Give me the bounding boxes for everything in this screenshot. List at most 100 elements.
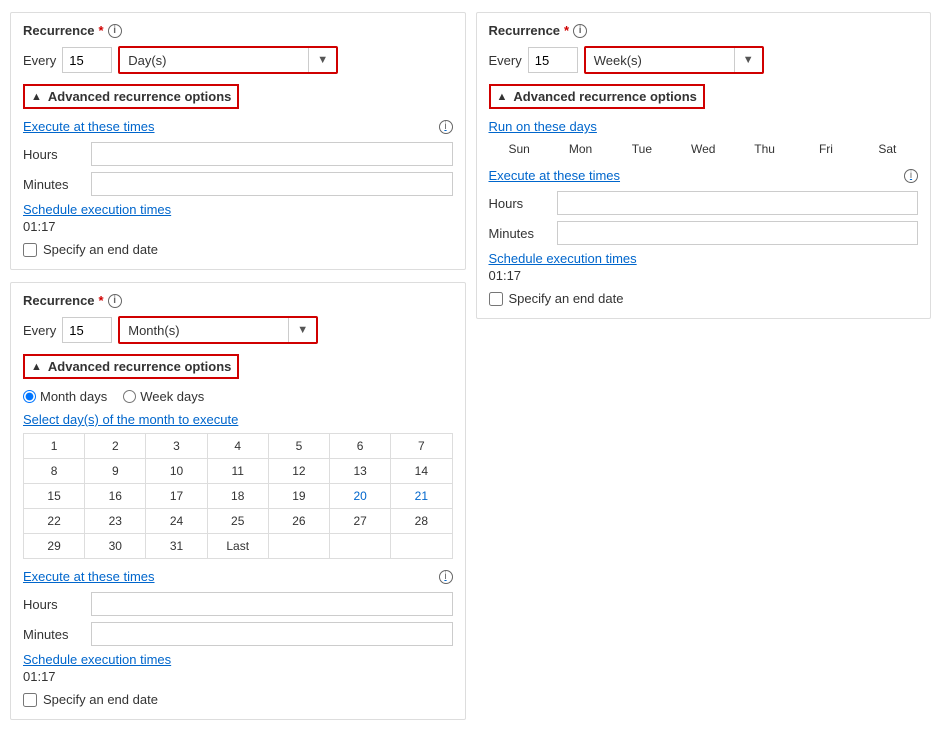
select-days-link[interactable]: Select day(s) of the month to execute [23, 412, 453, 427]
month-recurrence-header: Recurrence * i [23, 293, 453, 308]
calendar-day[interactable]: 9 [85, 459, 146, 484]
calendar-day[interactable]: 10 [146, 459, 207, 484]
day-every-input[interactable] [62, 47, 112, 73]
week-execute-info-icon[interactable]: i [904, 169, 918, 183]
week-hours-input[interactable] [557, 191, 919, 215]
week-arrow-icon: ▲ [497, 91, 508, 103]
week-days-label: Week days [140, 389, 204, 404]
calendar-day[interactable]: 30 [85, 534, 146, 559]
month-end-date-label: Specify an end date [43, 692, 158, 707]
calendar-day[interactable]: 16 [85, 484, 146, 509]
month-unit-select[interactable]: Month(s) ▼ [118, 316, 318, 344]
day-of-week-cell[interactable]: Fri [795, 138, 856, 160]
day-of-week-cell[interactable]: Wed [673, 138, 734, 160]
calendar-day[interactable]: 25 [207, 509, 268, 534]
calendar-day[interactable]: 20 [330, 484, 391, 509]
calendar-day[interactable]: 7 [391, 434, 452, 459]
week-days-radio[interactable] [123, 390, 136, 403]
day-hours-input[interactable] [91, 142, 453, 166]
calendar-day[interactable] [391, 534, 452, 559]
week-schedule-link[interactable]: Schedule execution times [489, 251, 919, 266]
month-recurrence-label: Recurrence [23, 293, 95, 308]
calendar-day[interactable]: 1 [24, 434, 85, 459]
calendar-day[interactable]: 22 [24, 509, 85, 534]
calendar-day[interactable]: 5 [268, 434, 329, 459]
calendar-day[interactable]: 14 [391, 459, 452, 484]
calendar-day[interactable]: 23 [85, 509, 146, 534]
month-execute-info-icon[interactable]: i [439, 570, 453, 584]
month-minutes-input[interactable] [91, 622, 453, 646]
calendar-day[interactable]: Last [207, 534, 268, 559]
day-schedule-time: 01:17 [23, 219, 453, 234]
month-advanced-label: Advanced recurrence options [48, 359, 232, 374]
calendar-day[interactable]: 19 [268, 484, 329, 509]
month-unit-arrow[interactable]: ▼ [288, 318, 316, 342]
day-end-date-row: Specify an end date [23, 242, 453, 257]
month-advanced-toggle[interactable]: ▲ Advanced recurrence options [23, 354, 239, 379]
calendar-day[interactable]: 26 [268, 509, 329, 534]
calendar-day[interactable]: 27 [330, 509, 391, 534]
day-of-week-cell[interactable]: Sun [489, 138, 550, 160]
day-end-date-checkbox[interactable] [23, 243, 37, 257]
day-execute-info-icon[interactable]: i [439, 120, 453, 134]
calendar-day[interactable]: 15 [24, 484, 85, 509]
month-days-radio-option[interactable]: Month days [23, 389, 107, 404]
month-every-input[interactable] [62, 317, 112, 343]
day-of-week-cell[interactable]: Tue [611, 138, 672, 160]
week-every-input[interactable] [528, 47, 578, 73]
week-advanced-toggle[interactable]: ▲ Advanced recurrence options [489, 84, 705, 109]
day-of-week-cell[interactable]: Sat [857, 138, 918, 160]
calendar-day[interactable]: 29 [24, 534, 85, 559]
calendar-day[interactable]: 17 [146, 484, 207, 509]
month-days-radio[interactable] [23, 390, 36, 403]
calendar-day[interactable]: 24 [146, 509, 207, 534]
calendar-day[interactable]: 21 [391, 484, 452, 509]
calendar-day[interactable]: 18 [207, 484, 268, 509]
week-end-date-checkbox[interactable] [489, 292, 503, 306]
month-hours-label: Hours [23, 597, 83, 612]
week-unit-arrow[interactable]: ▼ [734, 48, 762, 72]
calendar-day[interactable]: 6 [330, 434, 391, 459]
day-of-week-cell[interactable]: Mon [550, 138, 611, 160]
calendar-day[interactable]: 13 [330, 459, 391, 484]
day-recurrence-header: Recurrence * i [23, 23, 453, 38]
month-info-icon[interactable]: i [108, 294, 122, 308]
calendar-day[interactable]: 2 [85, 434, 146, 459]
calendar-day[interactable]: 3 [146, 434, 207, 459]
calendar-day[interactable]: 31 [146, 534, 207, 559]
calendar-day[interactable]: 12 [268, 459, 329, 484]
week-days-radio-option[interactable]: Week days [123, 389, 204, 404]
month-minutes-row: Minutes [23, 622, 453, 646]
day-advanced-toggle[interactable]: ▲ Advanced recurrence options [23, 84, 239, 109]
month-end-date-checkbox[interactable] [23, 693, 37, 707]
day-minutes-input[interactable] [91, 172, 453, 196]
calendar-day[interactable]: 28 [391, 509, 452, 534]
day-recurrence-row: Every Day(s) ▼ [23, 46, 453, 74]
calendar-day[interactable]: 11 [207, 459, 268, 484]
week-recurrence-header: Recurrence * i [489, 23, 919, 38]
day-schedule-link[interactable]: Schedule execution times [23, 202, 453, 217]
week-advanced-label: Advanced recurrence options [513, 89, 697, 104]
calendar-day[interactable] [268, 534, 329, 559]
day-info-icon[interactable]: i [108, 24, 122, 38]
week-minutes-row: Minutes [489, 221, 919, 245]
calendar-day[interactable] [330, 534, 391, 559]
week-minutes-label: Minutes [489, 226, 549, 241]
day-hours-label: Hours [23, 147, 83, 162]
week-info-icon[interactable]: i [573, 24, 587, 38]
month-schedule-link[interactable]: Schedule execution times [23, 652, 453, 667]
calendar-day[interactable]: 4 [207, 434, 268, 459]
day-execute-title[interactable]: Execute at these times i [23, 119, 453, 134]
day-of-week-cell[interactable]: Thu [734, 138, 795, 160]
month-execute-title[interactable]: Execute at these times i [23, 569, 453, 584]
calendar-day[interactable]: 8 [24, 459, 85, 484]
day-unit-select[interactable]: Day(s) ▼ [118, 46, 338, 74]
week-execute-title[interactable]: Execute at these times i [489, 168, 919, 183]
week-minutes-input[interactable] [557, 221, 919, 245]
week-unit-select[interactable]: Week(s) ▼ [584, 46, 764, 74]
week-recurrence-label: Recurrence [489, 23, 561, 38]
run-on-label[interactable]: Run on these days [489, 119, 919, 134]
day-section: Recurrence * i Every Day(s) ▼ ▲ Advanced… [10, 12, 466, 270]
day-advanced-label: Advanced recurrence options [48, 89, 232, 104]
day-unit-arrow[interactable]: ▼ [308, 48, 336, 72]
